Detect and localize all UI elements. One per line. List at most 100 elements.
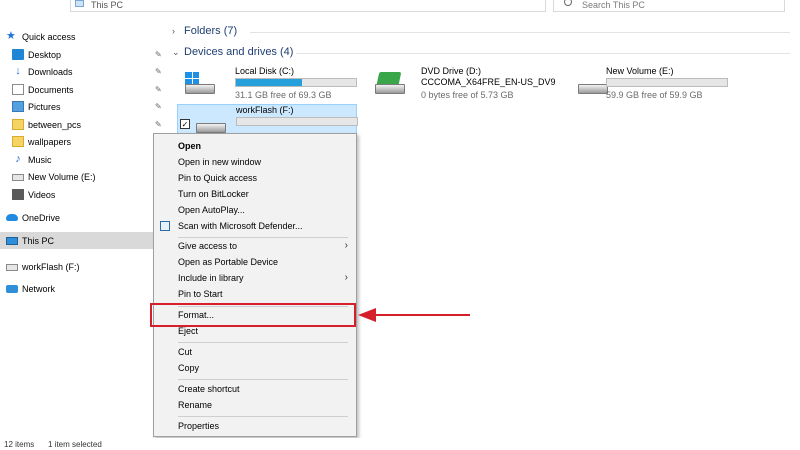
menu-label: Scan with Microsoft Defender... bbox=[178, 221, 303, 231]
top-bar: This PC Search This PC bbox=[0, 0, 800, 16]
hard-disk-icon bbox=[196, 123, 226, 133]
music-icon: ♪ bbox=[15, 153, 21, 165]
hard-disk-icon bbox=[185, 84, 215, 94]
pin-icon[interactable]: ✎ bbox=[155, 67, 162, 76]
address-bar[interactable]: This PC bbox=[70, 0, 546, 12]
nav-network[interactable]: Network bbox=[0, 280, 166, 297]
nav-label: Desktop bbox=[28, 49, 62, 60]
format-highlight-box bbox=[150, 303, 356, 327]
menu-separator bbox=[178, 379, 348, 380]
menu-bitlocker[interactable]: Turn on BitLocker bbox=[154, 186, 356, 202]
desktop-icon bbox=[12, 49, 24, 60]
menu-label: Give access to bbox=[178, 241, 238, 251]
menu-pin-start[interactable]: Pin to Start bbox=[154, 286, 356, 302]
nav-onedrive[interactable]: OneDrive bbox=[0, 209, 166, 226]
group-divider bbox=[250, 32, 790, 33]
pin-icon[interactable]: ✎ bbox=[155, 50, 162, 59]
selection-count: 1 item selected bbox=[48, 440, 102, 449]
usb-drive-icon bbox=[6, 264, 18, 271]
menu-portable-device[interactable]: Open as Portable Device bbox=[154, 254, 356, 270]
dvd-drive-icon bbox=[371, 72, 405, 94]
nav-quick-access[interactable]: ★ Quick access bbox=[0, 28, 166, 45]
menu-cut[interactable]: Cut bbox=[154, 344, 356, 360]
pin-icon[interactable]: ✎ bbox=[155, 102, 162, 111]
submenu-arrow-icon: › bbox=[344, 272, 348, 283]
drive-c[interactable]: Local Disk (C:) 31.1 GB free of 69.3 GB bbox=[177, 66, 357, 106]
video-icon bbox=[12, 189, 24, 200]
pin-icon[interactable]: ✎ bbox=[155, 85, 162, 94]
windows-drive-icon bbox=[185, 72, 217, 94]
chevron-down-icon: ⌄ bbox=[172, 46, 180, 57]
drive-free-space: 31.1 GB free of 69.3 GB bbox=[235, 90, 332, 100]
nav-videos[interactable]: Videos bbox=[0, 186, 166, 203]
drive-icon bbox=[556, 72, 608, 94]
drive-name: DVD Drive (D:) bbox=[421, 66, 481, 76]
menu-label: Include in library bbox=[178, 273, 244, 283]
menu-include-library[interactable]: Include in library › bbox=[154, 270, 356, 286]
cloud-icon bbox=[6, 214, 18, 221]
menu-give-access[interactable]: Give access to › bbox=[154, 238, 356, 254]
search-box[interactable]: Search This PC bbox=[553, 0, 785, 12]
nav-label: workFlash (F:) bbox=[22, 261, 80, 272]
pin-icon[interactable]: ✎ bbox=[155, 120, 162, 129]
nav-downloads[interactable]: ↓ Downloads ✎ bbox=[0, 63, 166, 80]
nav-label: This PC bbox=[22, 235, 55, 246]
menu-autoplay[interactable]: Open AutoPlay... bbox=[154, 202, 356, 218]
drive-d[interactable]: DVD Drive (D:) CCCOMA_X64FRE_EN-US_DV9 0… bbox=[363, 66, 556, 106]
network-icon bbox=[6, 284, 18, 293]
menu-open-new-window[interactable]: Open in new window bbox=[154, 154, 356, 170]
menu-pin-quick-access[interactable]: Pin to Quick access bbox=[154, 170, 356, 186]
nav-documents[interactable]: Documents ✎ bbox=[0, 81, 166, 98]
menu-properties[interactable]: Properties bbox=[154, 418, 356, 434]
status-bar: 12 items 1 item selected bbox=[0, 438, 800, 450]
submenu-arrow-icon: › bbox=[344, 240, 348, 251]
nav-music[interactable]: ♪ Music bbox=[0, 151, 166, 168]
navigation-pane: ★ Quick access Desktop ✎ ↓ Downloads ✎ D… bbox=[0, 26, 166, 436]
selection-checkbox[interactable]: ✓ bbox=[180, 119, 190, 129]
nav-new-volume[interactable]: New Volume (E:) bbox=[0, 168, 166, 185]
folder-icon bbox=[12, 136, 24, 147]
nav-this-pc[interactable]: This PC bbox=[0, 232, 166, 249]
nav-label: New Volume (E:) bbox=[28, 171, 96, 182]
menu-copy[interactable]: Copy bbox=[154, 360, 356, 376]
drive-volume-label: CCCOMA_X64FRE_EN-US_DV9 bbox=[421, 77, 556, 87]
menu-create-shortcut[interactable]: Create shortcut bbox=[154, 381, 356, 397]
drive-name: workFlash (F:) bbox=[236, 105, 294, 115]
menu-scan-defender[interactable]: Scan with Microsoft Defender... bbox=[154, 218, 356, 234]
address-path: This PC bbox=[91, 0, 124, 10]
item-count: 12 items bbox=[4, 440, 35, 449]
nav-pictures[interactable]: Pictures ✎ bbox=[0, 98, 166, 115]
computer-icon bbox=[6, 236, 18, 245]
folders-group-header[interactable]: › Folders (7) bbox=[172, 25, 237, 37]
menu-separator bbox=[178, 342, 348, 343]
pictures-icon bbox=[12, 101, 24, 112]
nav-label: Network bbox=[22, 283, 56, 294]
menu-separator bbox=[178, 416, 348, 417]
context-menu: Open Open in new window Pin to Quick acc… bbox=[153, 133, 357, 437]
menu-rename[interactable]: Rename bbox=[154, 397, 356, 413]
star-icon: ★ bbox=[6, 30, 16, 42]
nav-between-pcs[interactable]: between_pcs ✎ bbox=[0, 116, 166, 133]
download-icon: ↓ bbox=[15, 65, 21, 77]
nav-desktop[interactable]: Desktop ✎ bbox=[0, 46, 166, 63]
usb-drive-icon bbox=[196, 111, 228, 133]
menu-open[interactable]: Open bbox=[154, 138, 356, 154]
nav-label: Quick access bbox=[22, 31, 76, 42]
hard-disk-icon bbox=[578, 84, 608, 94]
storage-bar bbox=[606, 78, 728, 87]
drive-name: New Volume (E:) bbox=[606, 66, 674, 76]
nav-wallpapers[interactable]: wallpapers bbox=[0, 133, 166, 150]
nav-workflash[interactable]: workFlash (F:) bbox=[0, 258, 166, 275]
nav-label: Videos bbox=[28, 189, 56, 200]
hard-disk-icon bbox=[375, 84, 405, 94]
nav-label: wallpapers bbox=[28, 136, 72, 147]
drive-e[interactable]: New Volume (E:) 59.9 GB free of 59.9 GB bbox=[548, 66, 728, 106]
nav-label: Music bbox=[28, 154, 52, 165]
search-placeholder: Search This PC bbox=[582, 0, 645, 10]
devices-group-header[interactable]: ⌄ Devices and drives (4) bbox=[172, 46, 293, 58]
nav-label: Downloads bbox=[28, 66, 73, 77]
computer-icon bbox=[75, 0, 84, 7]
drive-free-space: 59.9 GB free of 59.9 GB bbox=[606, 90, 703, 100]
search-icon bbox=[564, 0, 572, 6]
document-icon bbox=[12, 84, 24, 95]
